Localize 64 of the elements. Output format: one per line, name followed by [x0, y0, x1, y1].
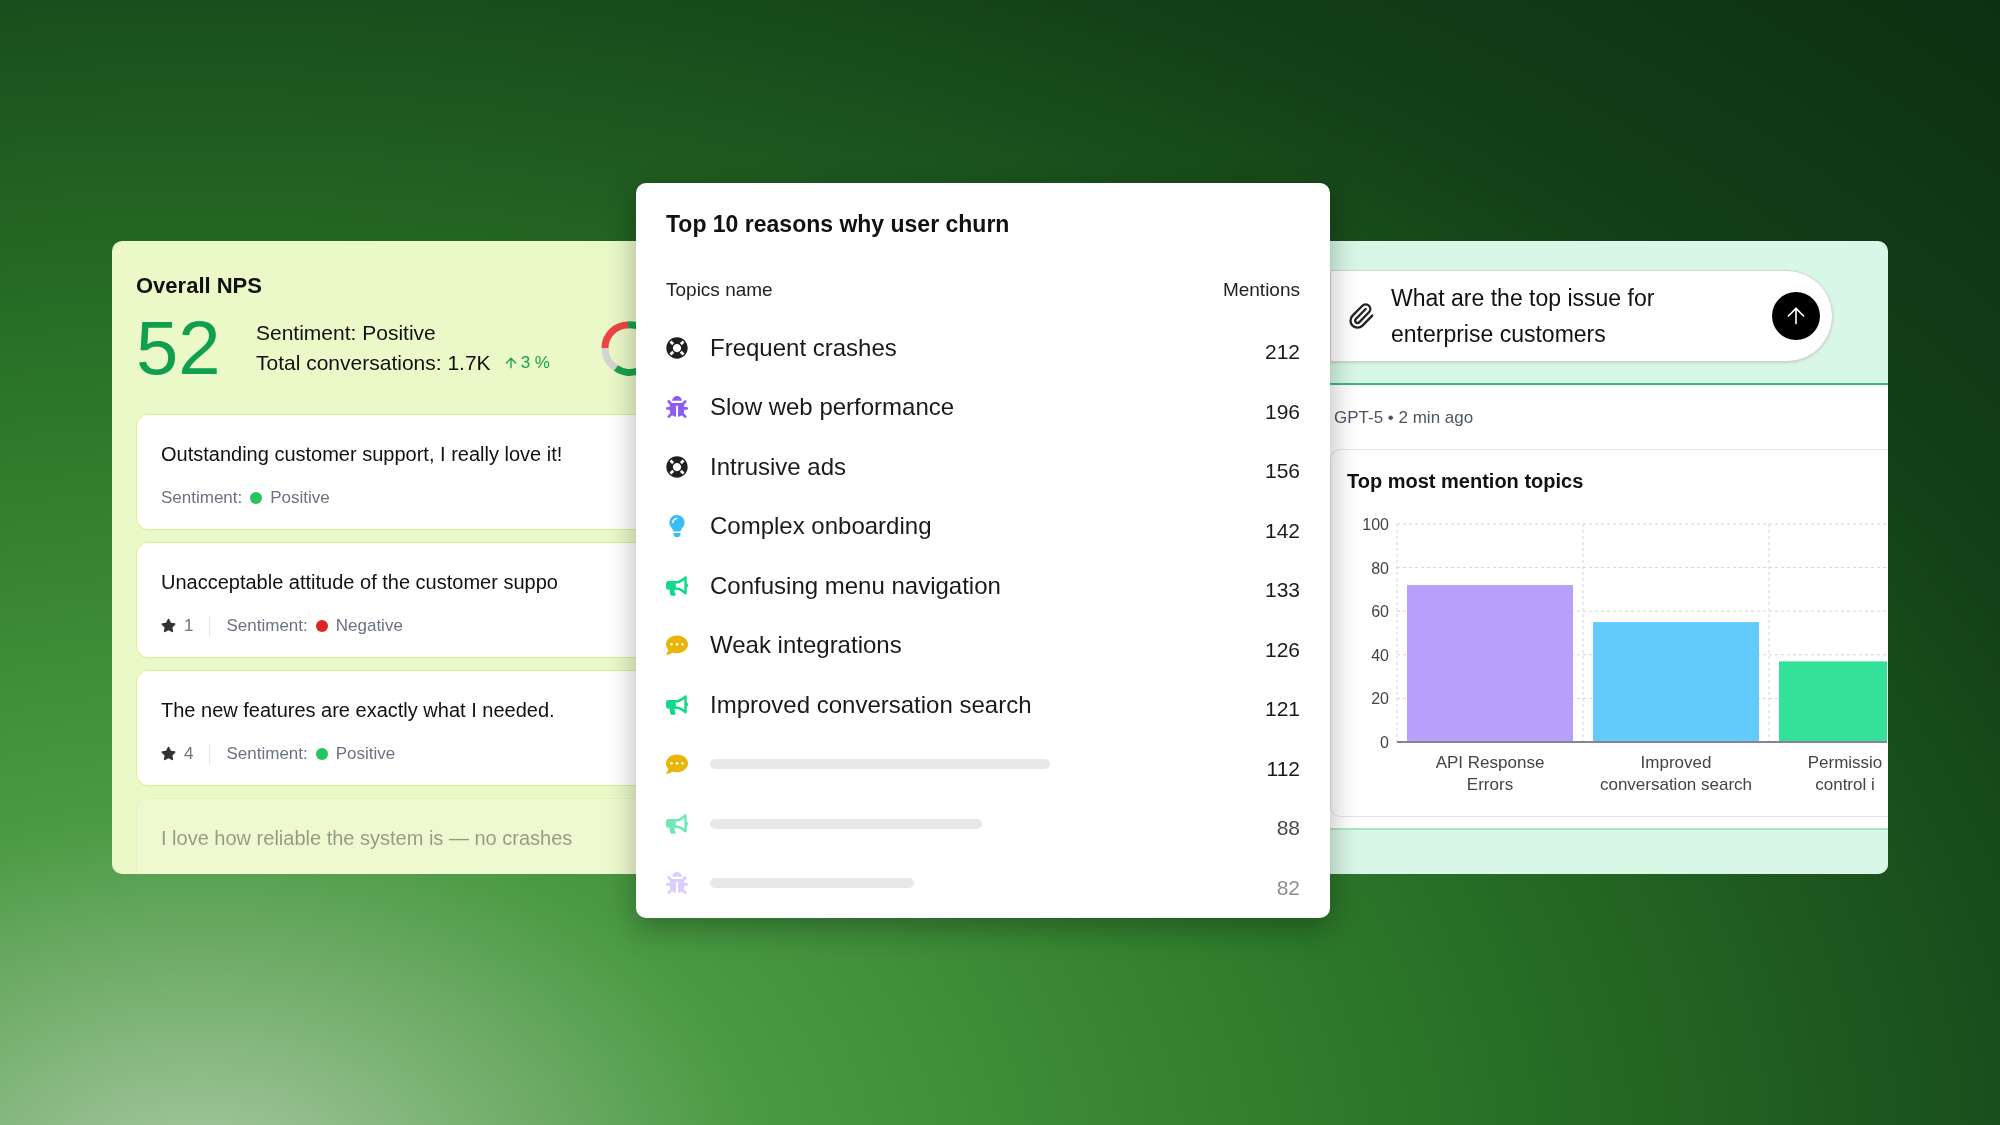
chart-title: Top most mention topics [1347, 468, 1585, 494]
topic-name: Frequent crashes [710, 333, 897, 361]
y-tick-label: 80 [1371, 559, 1389, 577]
mention-count: 133 [1264, 577, 1300, 603]
topic-name: Improved conversation search [710, 690, 1032, 718]
y-tick-label: 20 [1371, 689, 1389, 707]
mention-count: 82 [1276, 874, 1300, 901]
mention-count: 126 [1264, 636, 1300, 663]
star-icon [161, 618, 176, 634]
mention-count: 112 [1266, 755, 1300, 782]
y-tick-label: 40 [1371, 646, 1389, 664]
megaphone-icon [666, 693, 688, 716]
x-category-label: Permissio control i [1807, 752, 1883, 794]
sentiment-value: Positive [270, 487, 330, 509]
rating-value: 4 [184, 743, 194, 765]
sentiment-summary: Sentiment: Positive [256, 320, 437, 346]
topic-name: Confusing menu navigation [710, 571, 1001, 599]
send-button[interactable] [1772, 292, 1820, 340]
mention-count: 196 [1264, 398, 1300, 425]
x-category-label: Improved conversation search [1599, 752, 1753, 794]
sentiment-value: Negative [335, 615, 403, 637]
mention-count: 88 [1276, 815, 1300, 841]
review-text: I love how reliable the system is — no crashes [161, 826, 574, 851]
topic-name: Intrusive ads [710, 452, 847, 480]
y-tick-label: 100 [1362, 515, 1389, 533]
response-meta: GPT-5 • 2 min ago [1333, 407, 1475, 429]
bug-icon [666, 872, 688, 895]
chat-bubble-icon [666, 634, 688, 657]
topic-name: Weak integrations [710, 631, 902, 659]
paperclip-icon[interactable] [1347, 302, 1375, 330]
chat-input[interactable]: What are the top issue for enterprise customers [1330, 270, 1833, 362]
lightbulb-icon [666, 515, 688, 538]
star-icon [161, 746, 176, 762]
trend-value: 3 % [520, 352, 550, 374]
review-text: Outstanding customer support, I really love it! [161, 442, 564, 467]
nps-score: 52 [136, 310, 222, 386]
sentiment-label: Sentiment: [161, 487, 243, 509]
chat-input-text: What are the top issue for enterprise customers [1391, 284, 1656, 349]
card-title: Top 10 reasons why user churn [666, 210, 1011, 239]
total-conversations: Total conversations: 1.7K [256, 350, 491, 376]
sentiment-label: Sentiment: [226, 615, 308, 637]
sentiment-value: Positive [335, 743, 396, 765]
mention-count: 212 [1264, 339, 1300, 365]
x-category-label: API Response Errors [1435, 752, 1545, 794]
y-tick-label: 0 [1380, 733, 1389, 751]
y-tick-label: 60 [1371, 602, 1389, 620]
lifebuoy-icon [666, 455, 688, 478]
sentiment-label: Sentiment: [226, 743, 308, 765]
mention-count: 142 [1264, 517, 1300, 544]
chat-bubble-icon [666, 753, 688, 776]
column-header: Topics name [666, 277, 773, 302]
card-title: Overall NPS [136, 272, 263, 300]
review-text: Unacceptable attitude of the customer suppo [161, 570, 559, 595]
review-text: The new features are exactly what I needed. [161, 698, 556, 723]
lifebuoy-icon [666, 336, 688, 359]
topic-name: Slow web performance [710, 393, 955, 421]
mention-count: 121 [1264, 696, 1300, 722]
rating-value: 1 [184, 615, 194, 637]
column-header: Mentions [1222, 277, 1300, 302]
topic-name: Complex onboarding [710, 512, 932, 540]
megaphone-icon [666, 574, 688, 597]
megaphone-icon [666, 812, 688, 835]
bug-icon [666, 396, 688, 419]
mention-count: 156 [1264, 458, 1300, 484]
